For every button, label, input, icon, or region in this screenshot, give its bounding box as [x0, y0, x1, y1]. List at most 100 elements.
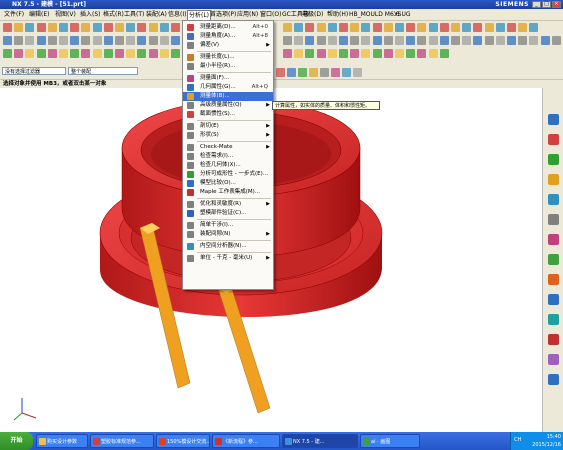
toolbar-icon[interactable]: [92, 49, 102, 58]
toolbar-icon[interactable]: [81, 49, 91, 58]
toolbar-icon[interactable]: [283, 36, 292, 45]
menu-0[interactable]: 文件(F): [4, 10, 24, 19]
toolbar-icon[interactable]: [3, 49, 12, 58]
toolbar-icon[interactable]: [283, 49, 292, 58]
toolbar-icon[interactable]: [3, 36, 12, 45]
language-indicator[interactable]: CH: [514, 437, 521, 443]
toolbar-icon[interactable]: [103, 23, 113, 32]
toolbar-icon[interactable]: [92, 23, 102, 32]
toolbar-icon[interactable]: [495, 36, 505, 45]
toolbar-icon[interactable]: [294, 23, 304, 32]
toolbar-icon[interactable]: [395, 23, 404, 32]
menu-16[interactable]: YSUG: [394, 10, 411, 19]
toolbar-icon[interactable]: [171, 49, 180, 58]
toolbar-icon[interactable]: [294, 36, 304, 45]
toolbar-icon[interactable]: [148, 49, 158, 58]
resource-bar-icon[interactable]: [548, 294, 559, 305]
toolbar-icon[interactable]: [406, 36, 416, 45]
toolbar-icon[interactable]: [383, 23, 393, 32]
analysis-menu-item[interactable]: 塑模部件验证(C)...: [183, 209, 273, 218]
taskbar-button[interactable]: ai - 画图: [360, 434, 420, 448]
toolbar-icon[interactable]: [361, 36, 371, 45]
resource-bar-icon[interactable]: [548, 174, 559, 185]
resource-bar-icon[interactable]: [548, 334, 559, 345]
toolbar-icon[interactable]: [540, 36, 550, 45]
toolbar-icon[interactable]: [171, 23, 180, 32]
toolbar-icon[interactable]: [137, 23, 147, 32]
resource-bar-icon[interactable]: [548, 254, 559, 265]
analysis-menu-item[interactable]: 测量面(F)...: [183, 74, 273, 83]
analysis-menu-item[interactable]: Check-Mate ▶: [183, 143, 273, 152]
toolbar-icon[interactable]: [350, 49, 360, 58]
toolbar-icon[interactable]: [137, 36, 147, 45]
analysis-menu-item[interactable]: 装配间隙(N) ▶: [183, 230, 273, 239]
toolbar-icon[interactable]: [451, 36, 460, 45]
toolbar-icon[interactable]: [70, 36, 80, 45]
toolbar-icon[interactable]: [159, 49, 169, 58]
toolbar-icon[interactable]: [339, 36, 348, 45]
toolbar-icon[interactable]: [417, 49, 427, 58]
resource-bar-icon[interactable]: [548, 354, 559, 365]
toolbar-icon[interactable]: [327, 36, 337, 45]
snap-point-icon[interactable]: [309, 68, 318, 77]
toolbar-icon[interactable]: [59, 36, 68, 45]
toolbar-icon[interactable]: [529, 23, 539, 32]
resource-bar-icon[interactable]: [548, 234, 559, 245]
snap-point-icon[interactable]: [320, 68, 329, 77]
toolbar-icon[interactable]: [350, 36, 360, 45]
toolbar-icon[interactable]: [518, 23, 528, 32]
toolbar-icon[interactable]: [417, 36, 427, 45]
toolbar-icon[interactable]: [372, 23, 382, 32]
toolbar-icon[interactable]: [70, 23, 80, 32]
toolbar-icon[interactable]: [14, 36, 24, 45]
toolbar-icon[interactable]: [171, 36, 180, 45]
toolbar-icon[interactable]: [473, 36, 483, 45]
menu-4[interactable]: 格式(R): [103, 10, 124, 19]
toolbar-icon[interactable]: [439, 49, 449, 58]
analysis-menu-item[interactable]: 单位 - 千克 - 毫米(U) ▶: [183, 254, 273, 263]
toolbar-icon[interactable]: [473, 23, 483, 32]
taskbar-button[interactable]: 150%模设计交流...: [156, 434, 210, 448]
toolbar-icon[interactable]: [59, 49, 68, 58]
toolbar-icon[interactable]: [383, 36, 393, 45]
toolbar-icon[interactable]: [451, 23, 460, 32]
toolbar-icon[interactable]: [406, 23, 416, 32]
analysis-menu-item[interactable]: 分析可成形性 - 一步式(E)...: [183, 170, 273, 179]
toolbar-icon[interactable]: [126, 49, 136, 58]
resource-bar-icon[interactable]: [548, 374, 559, 385]
resource-bar-icon[interactable]: [548, 274, 559, 285]
toolbar-icon[interactable]: [159, 36, 169, 45]
analysis-menu-item[interactable]: 模型比较(O)...: [183, 179, 273, 188]
toolbar-icon[interactable]: [551, 36, 561, 45]
snap-point-icon[interactable]: [298, 68, 307, 77]
toolbar-icon[interactable]: [439, 23, 449, 32]
toolbar-icon[interactable]: [462, 36, 472, 45]
toolbar-icon[interactable]: [316, 36, 326, 45]
analysis-menu-item[interactable]: 检查需求(I)...: [183, 152, 273, 161]
toolbar-icon[interactable]: [406, 49, 416, 58]
taskbar-button[interactable]: NX 7.5 - 建...: [282, 434, 358, 448]
taskbar-button[interactable]: 塑胶标准规范参...: [90, 434, 154, 448]
toolbar-icon[interactable]: [417, 23, 427, 32]
toolbar-icon[interactable]: [3, 23, 12, 32]
toolbar-icon[interactable]: [462, 23, 472, 32]
maximize-button[interactable]: □: [542, 1, 551, 8]
toolbar-icon[interactable]: [47, 49, 57, 58]
toolbar-icon[interactable]: [148, 36, 158, 45]
analysis-menu-item[interactable]: 几何属性(G)... Alt+Q: [183, 83, 273, 92]
taskbar-button[interactable]: 购买设计参数: [36, 434, 88, 448]
toolbar-icon[interactable]: [305, 23, 315, 32]
resource-bar-icon[interactable]: [548, 134, 559, 145]
toolbar-icon[interactable]: [395, 36, 404, 45]
analysis-menu-item[interactable]: 测量长度(L)...: [183, 53, 273, 62]
menu-5[interactable]: 工具(T): [124, 10, 144, 19]
snap-point-icon[interactable]: [331, 68, 340, 77]
menu-2[interactable]: 视图(V): [55, 10, 76, 19]
resource-bar-icon[interactable]: [548, 314, 559, 325]
toolbar-icon[interactable]: [383, 49, 393, 58]
toolbar-icon[interactable]: [350, 23, 360, 32]
analysis-menu-item[interactable]: 内空间分析器(N)...: [183, 242, 273, 251]
analysis-menu-item[interactable]: 测量距离(D)... Alt+0: [183, 23, 273, 32]
menu-14[interactable]: 帮助(H): [327, 10, 348, 19]
toolbar-icon[interactable]: [439, 36, 449, 45]
